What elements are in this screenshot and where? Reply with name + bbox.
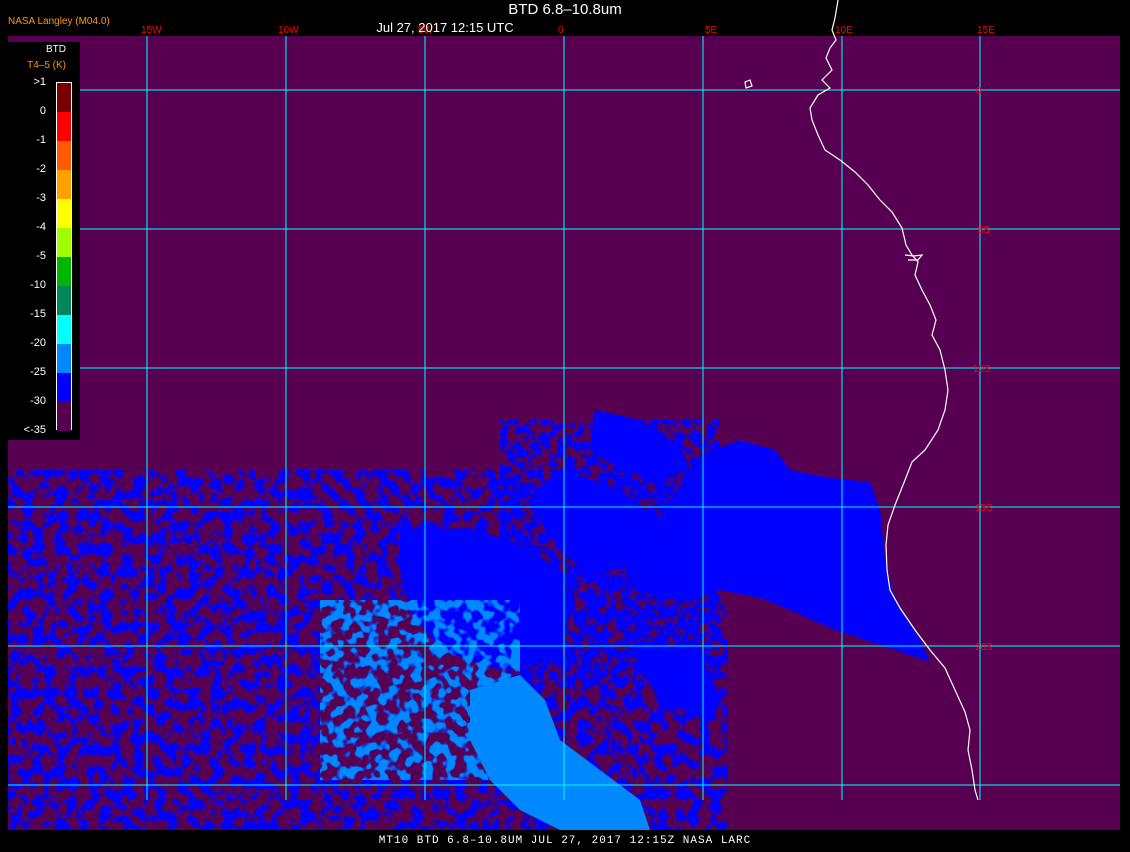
header: BTD 6.8–10.8um Jul 27, 2017 12:15 UTC NA… [0, 0, 1130, 36]
legend-swatch [57, 141, 71, 170]
legend-tick-label: -10 [30, 279, 46, 291]
legend-swatch [57, 83, 71, 112]
cloud-core-light-texture [320, 600, 520, 780]
legend-swatch [57, 170, 71, 199]
legend-tick-label: -3 [36, 192, 46, 204]
legend-tick-label: -20 [30, 337, 46, 349]
legend-swatch [57, 402, 71, 431]
legend-tick-label: -30 [30, 395, 46, 407]
legend-swatch [57, 199, 71, 228]
satellite-map: 15W 10W 5W 0 5E 10E 15E 0 5S 10S 15S 20S [8, 0, 1120, 830]
legend-tick-label: -25 [30, 366, 46, 378]
legend-tick-label: -15 [30, 308, 46, 320]
legend-tick-label: -5 [36, 250, 46, 262]
legend-tick-label: -1 [36, 134, 46, 146]
legend-tick-label: -4 [36, 221, 46, 233]
lat-label: 0 [976, 86, 982, 97]
lat-label: 5S [978, 225, 991, 236]
legend-swatch [57, 257, 71, 286]
legend-tick-label: 0 [39, 105, 46, 117]
legend-swatch [57, 344, 71, 373]
color-scale [56, 82, 72, 431]
datetime-label: Jul 27, 2017 12:15 UTC [376, 20, 514, 35]
legend-swatch [57, 286, 71, 315]
lat-label: 10S [973, 364, 991, 375]
legend-tick-label: >1 [33, 76, 46, 88]
legend-subtitle: T4–5 (K) [27, 60, 66, 71]
legend-title: BTD [46, 44, 66, 55]
legend-swatch [57, 315, 71, 344]
footer-caption: MT10 BTD 6.8–10.8UM JUL 27, 2017 12:15Z … [0, 830, 1130, 850]
legend-tick-label: -2 [36, 163, 46, 175]
lat-label: 20S [975, 642, 993, 653]
legend-swatch [57, 373, 71, 402]
color-legend: BTD T4–5 (K) >1 0 -1 -2 -3 -4 -5 -10 -15 -20 -25 -3… [8, 42, 80, 440]
product-title: BTD 6.8–10.8um [508, 1, 622, 18]
legend-swatch [57, 228, 71, 257]
lat-label: 15S [975, 503, 993, 514]
legend-tick-label: <-35 [23, 424, 46, 436]
brand-label: NASA Langley (M04.0) [8, 16, 110, 27]
legend-swatch [57, 112, 71, 141]
